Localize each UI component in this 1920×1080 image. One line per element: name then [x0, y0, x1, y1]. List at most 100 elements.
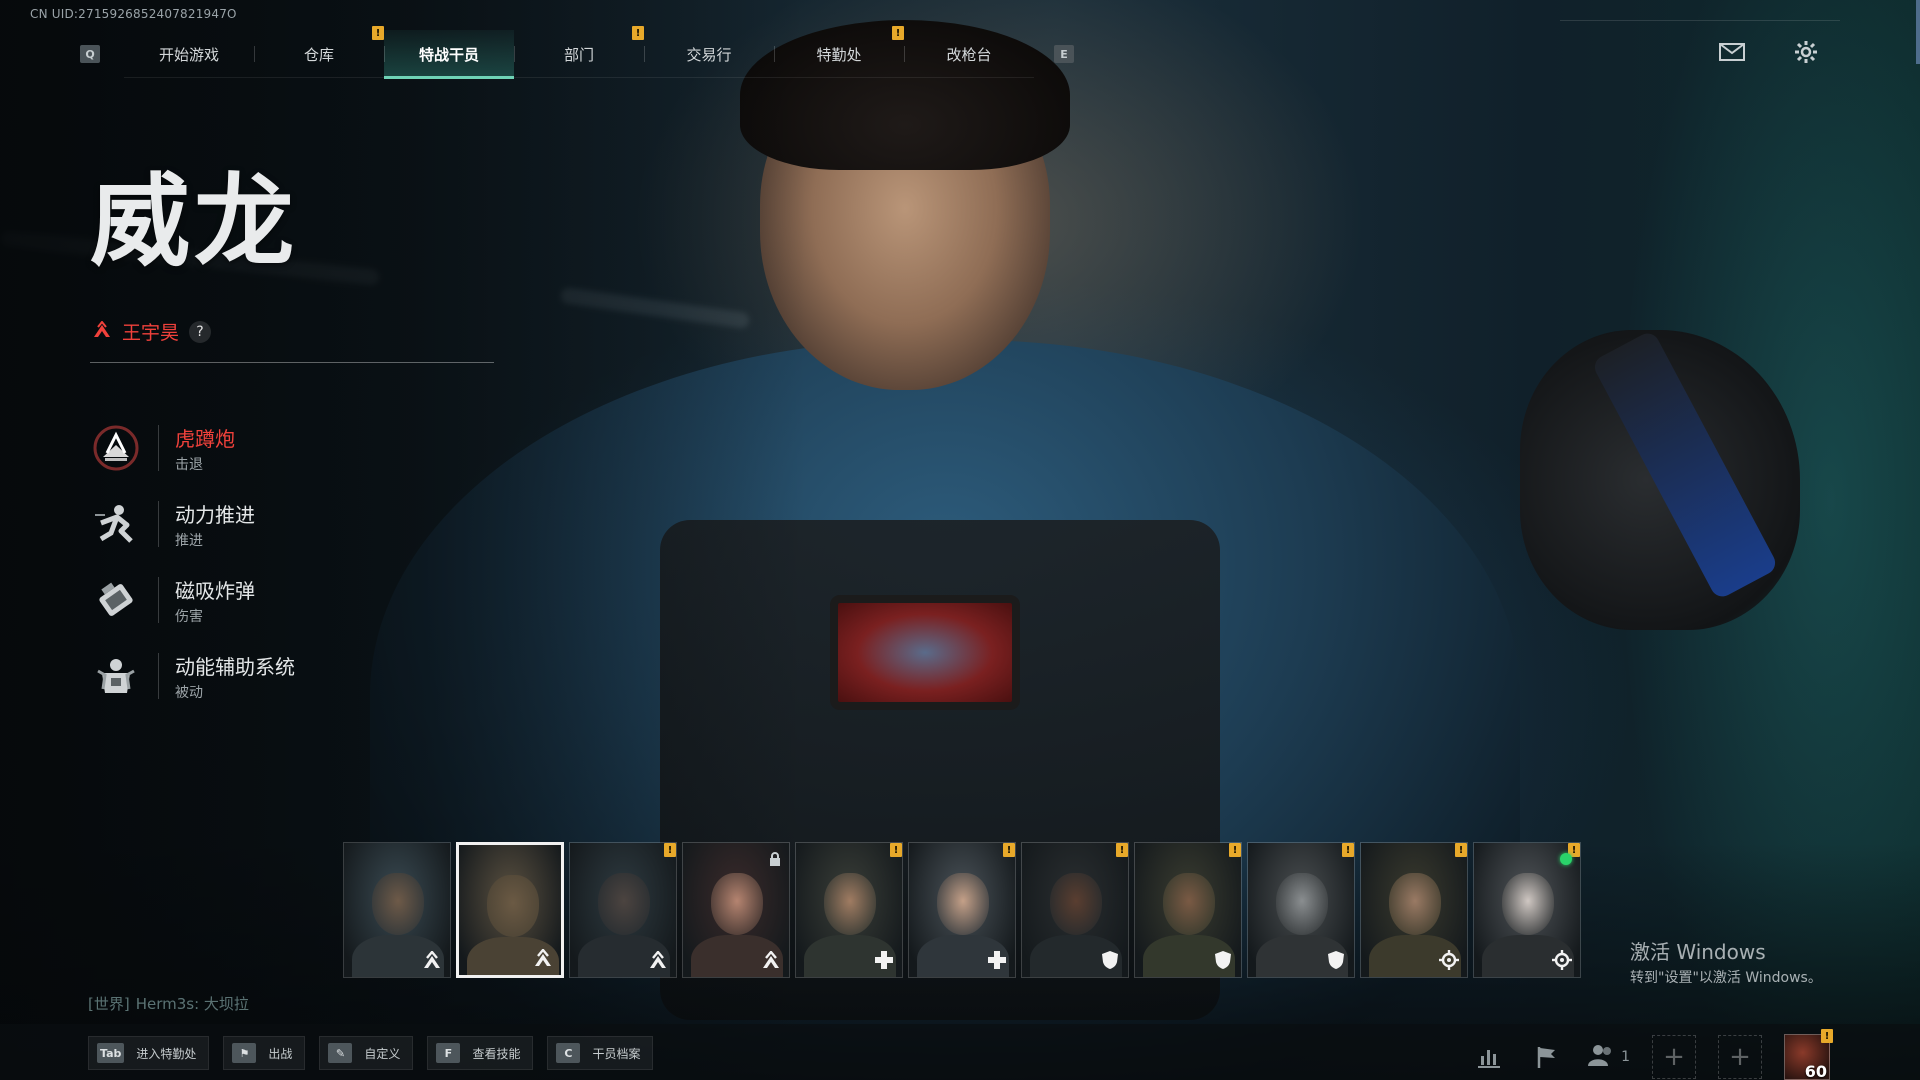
- nav-tab-3[interactable]: 部门!: [514, 26, 644, 78]
- role-recon-icon: [1550, 949, 1574, 971]
- avatar-notif-badge: !: [1821, 1029, 1833, 1043]
- nav-tabs: 开始游戏 仓库! 特战干员 部门! 交易行 特勤处! 改枪台: [124, 26, 1034, 79]
- voice-actor-row: 王宇昊 ?: [92, 318, 212, 345]
- chat-message: Herm3s: 大坝拉: [135, 995, 249, 1013]
- help-button[interactable]: ?: [189, 320, 212, 343]
- nav-tab-label: 开始游戏: [158, 45, 219, 64]
- add-teammate-slot-2[interactable]: +: [1718, 1035, 1762, 1079]
- operator-name: 威龙: [90, 163, 298, 280]
- operator-card[interactable]: !: [1360, 842, 1468, 978]
- notif-badge: !: [664, 843, 676, 857]
- notif-badge: !: [372, 26, 384, 40]
- main-nav: Q 开始游戏 仓库! 特战干员 部门! 交易行 特勤处! 改枪台 E: [80, 26, 1074, 79]
- world-chat[interactable]: [世界] Herm3s: 大坝拉: [88, 993, 249, 1014]
- bottom-bar: Tab 进入特勤处 ⚑ 出战 ✎ 自定义 F 查看技能 C 干员档案 1 + + ! 60: [0, 1024, 1920, 1080]
- nav-tab-0[interactable]: 开始游戏: [124, 30, 254, 78]
- dash-icon: [90, 498, 142, 550]
- watermark-subtitle: 转到"设置"以激活 Windows。: [1630, 970, 1822, 986]
- nav-next-key[interactable]: E: [1054, 45, 1074, 63]
- action-hint-2[interactable]: ✎ 自定义: [319, 1036, 414, 1070]
- operator-card[interactable]: !: [1021, 842, 1129, 978]
- gear-icon[interactable]: [1792, 40, 1820, 64]
- add-teammate-slot-1[interactable]: +: [1652, 1035, 1696, 1079]
- action-label: 查看技能: [472, 1046, 521, 1061]
- action-hint-4[interactable]: C 干员档案: [547, 1036, 654, 1070]
- magnetic-bomb-icon: [90, 574, 142, 626]
- notif-badge: !: [1229, 843, 1241, 857]
- operator-card[interactable]: !: [908, 842, 1016, 978]
- action-hint-1[interactable]: ⚑ 出战: [223, 1036, 306, 1070]
- skill-divider: [158, 653, 159, 699]
- people-icon: [1587, 1044, 1615, 1070]
- key-hint: Tab: [97, 1043, 125, 1063]
- skill-type: 击退: [175, 456, 203, 473]
- notif-badge: !: [890, 843, 902, 857]
- key-hint: C: [556, 1043, 581, 1063]
- key-hint: F: [436, 1043, 461, 1063]
- skill-row-0[interactable]: 虎蹲炮 击退: [90, 420, 295, 476]
- nav-tab-6[interactable]: 改枪台: [904, 30, 1034, 78]
- skill-texts: 动力推进 推进: [175, 499, 255, 550]
- info-divider: [90, 362, 494, 363]
- skill-row-3[interactable]: 动能辅助系统 被动: [90, 648, 295, 704]
- nav-tab-4[interactable]: 交易行: [644, 30, 774, 78]
- action-label: 自定义: [364, 1046, 401, 1061]
- operator-card[interactable]: !: [1134, 842, 1242, 978]
- top-icons: [1718, 40, 1820, 64]
- operator-card[interactable]: [682, 842, 790, 978]
- nav-prev-key[interactable]: Q: [80, 45, 100, 63]
- skill-texts: 磁吸炸弹 伤害: [175, 575, 255, 626]
- action-hint-3[interactable]: F 查看技能: [427, 1036, 534, 1070]
- flag-icon[interactable]: [1529, 1039, 1565, 1075]
- notif-badge: !: [892, 26, 904, 40]
- nav-tab-label: 交易行: [686, 45, 732, 64]
- stats-icon[interactable]: [1471, 1039, 1507, 1075]
- skill-name: 动能辅助系统: [175, 654, 295, 679]
- skill-row-1[interactable]: 动力推进 推进: [90, 496, 295, 552]
- role-engineer-icon: [1098, 949, 1122, 971]
- notif-badge: !: [632, 26, 644, 40]
- watermark-title: 激活 Windows: [1630, 940, 1766, 964]
- party-members[interactable]: 1: [1587, 1044, 1630, 1070]
- skill-name: 动力推进: [175, 502, 255, 527]
- skill-divider: [158, 501, 159, 547]
- windows-activation-watermark: 激活 Windows 转到"设置"以激活 Windows。: [1630, 936, 1822, 987]
- operator-card[interactable]: !: [569, 842, 677, 978]
- skill-type: 被动: [175, 684, 203, 701]
- operator-card[interactable]: !: [1473, 842, 1581, 978]
- role-assault-icon: [531, 947, 555, 969]
- nav-tab-1[interactable]: 仓库!: [254, 26, 384, 78]
- nav-tab-2[interactable]: 特战干员: [384, 30, 514, 79]
- online-indicator: [1560, 853, 1572, 865]
- role-engineer-icon: [1324, 949, 1348, 971]
- nav-tab-5[interactable]: 特勤处!: [774, 26, 904, 78]
- role-recon-icon: [1437, 949, 1461, 971]
- player-avatar[interactable]: ! 60: [1784, 1029, 1833, 1080]
- role-engineer-icon: [1211, 949, 1235, 971]
- key-hint: ⚑: [232, 1043, 257, 1063]
- operator-card[interactable]: !: [795, 842, 903, 978]
- operator-card[interactable]: [456, 842, 564, 978]
- role-assault-icon: [646, 949, 670, 971]
- role-assault-icon: [759, 949, 783, 971]
- skill-texts: 虎蹲炮 击退: [175, 423, 235, 474]
- role-support-icon: [985, 949, 1009, 971]
- operator-card[interactable]: !: [1247, 842, 1355, 978]
- notif-badge: !: [1455, 843, 1467, 857]
- role-assault-icon: [420, 949, 444, 971]
- operator-card[interactable]: [343, 842, 451, 978]
- action-hint-0[interactable]: Tab 进入特勤处: [88, 1036, 210, 1070]
- nav-tab-label: 部门: [563, 45, 594, 64]
- skill-divider: [158, 577, 159, 623]
- top-divider: [1560, 20, 1840, 21]
- skill-row-2[interactable]: 磁吸炸弹 伤害: [90, 572, 295, 628]
- notif-badge: !: [1342, 843, 1354, 857]
- nav-tab-label: 特勤处: [816, 45, 862, 64]
- mail-icon[interactable]: [1718, 40, 1746, 64]
- skill-type: 推进: [175, 532, 203, 549]
- role-support-icon: [872, 949, 896, 971]
- action-hints: Tab 进入特勤处 ⚑ 出战 ✎ 自定义 F 查看技能 C 干员档案: [88, 1036, 654, 1070]
- skill-name: 磁吸炸弹: [175, 578, 255, 603]
- nav-tab-label: 仓库: [303, 45, 334, 64]
- action-label: 干员档案: [592, 1046, 641, 1061]
